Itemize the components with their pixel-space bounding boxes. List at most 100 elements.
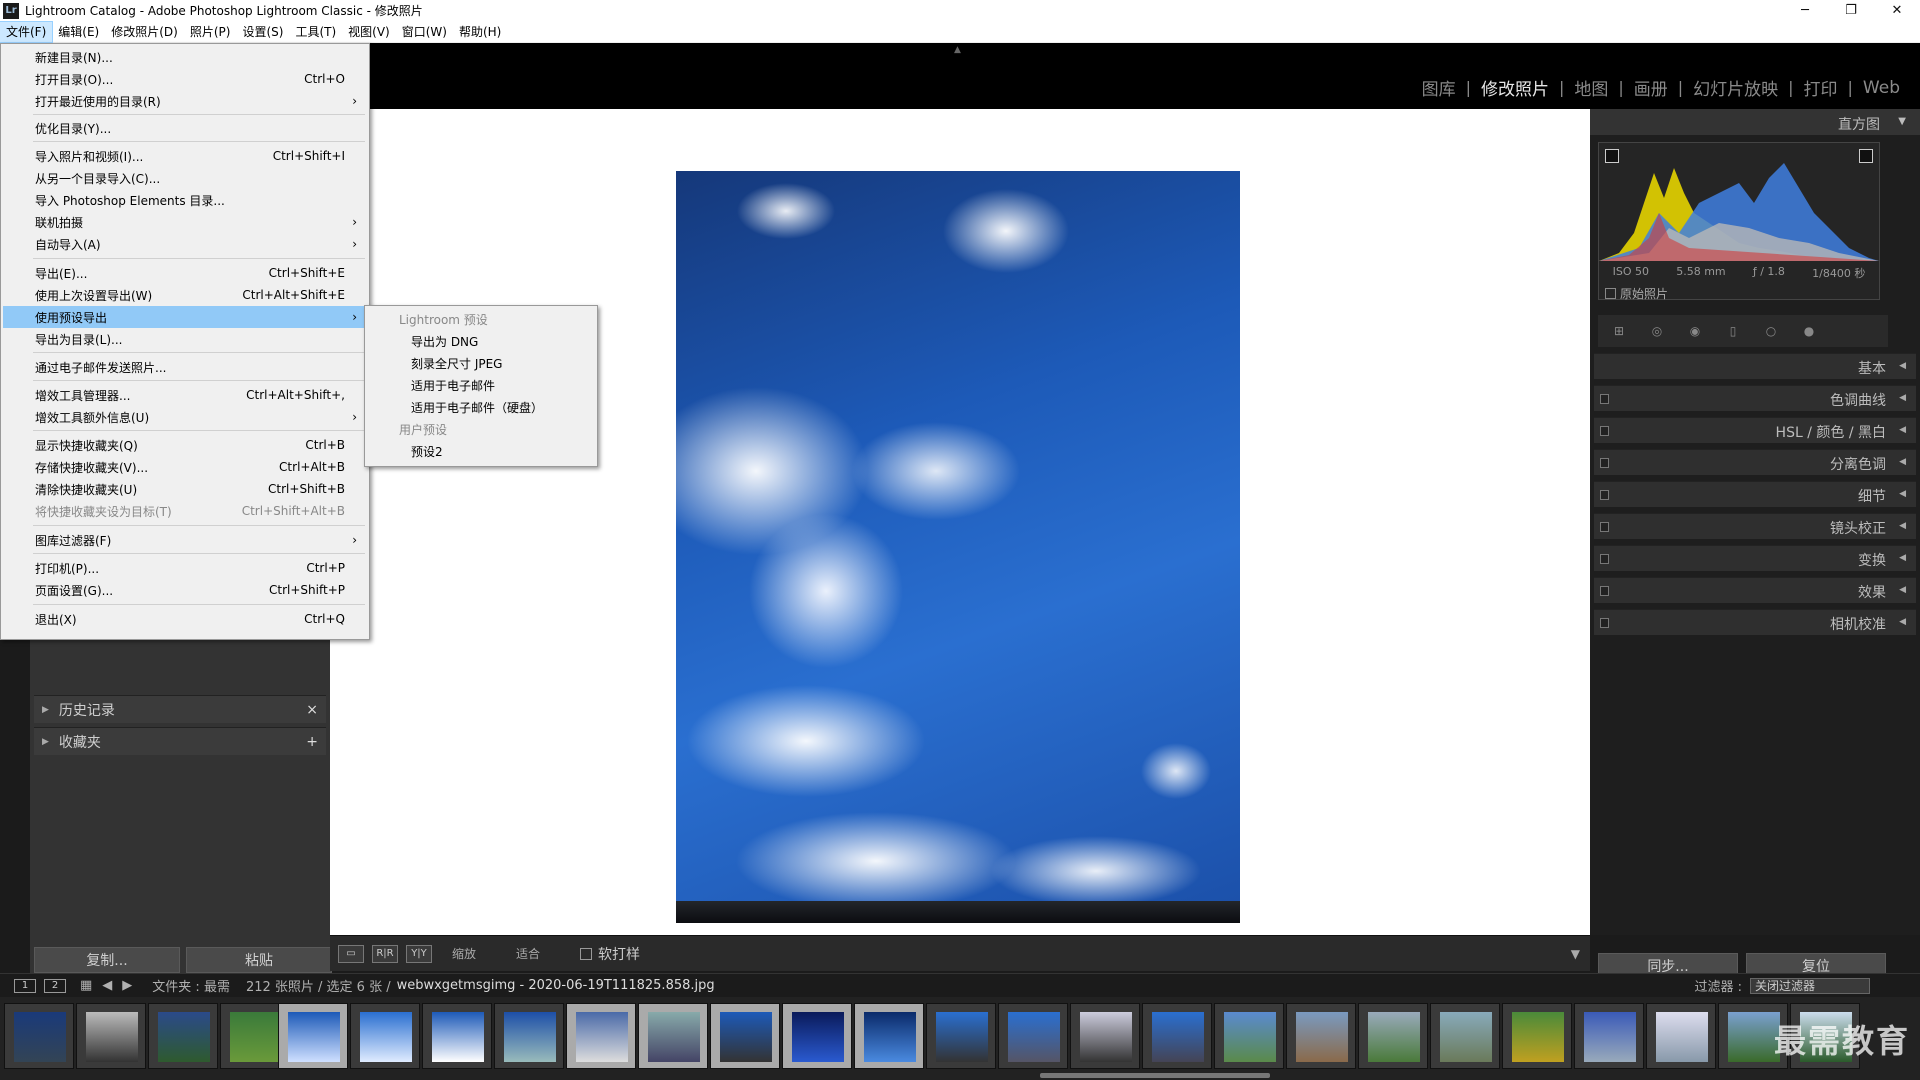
module-print[interactable]: 打印: [1794, 75, 1848, 100]
menu-item-export-as-catalog[interactable]: 导出为目录(L)...: [3, 328, 367, 350]
thumbnail-selected[interactable]: [854, 1003, 924, 1069]
zoom-control[interactable]: 缩放 适合: [452, 945, 540, 962]
thumbnail-selected[interactable]: [566, 1003, 636, 1069]
thumbnail[interactable]: [1430, 1003, 1500, 1069]
panel-basic[interactable]: 基本 ◀: [1594, 353, 1916, 379]
thumbnail[interactable]: [1286, 1003, 1356, 1069]
original-photo-checkbox[interactable]: [1605, 288, 1616, 299]
module-web[interactable]: Web: [1853, 78, 1910, 98]
back-arrow-icon[interactable]: ◀: [102, 978, 112, 993]
close-button[interactable]: ✕: [1874, 0, 1920, 21]
submenu-item-burn-jpeg[interactable]: 刻录全尺寸 JPEG: [367, 352, 595, 374]
panel-transform[interactable]: 变换 ◀: [1594, 545, 1916, 571]
thumbnail[interactable]: [1502, 1003, 1572, 1069]
panel-detail[interactable]: 细节 ◀: [1594, 481, 1916, 507]
panel-switch-icon[interactable]: [1600, 618, 1609, 628]
loupe-view-button[interactable]: ▭: [338, 944, 364, 963]
softproof-checkbox[interactable]: [580, 947, 593, 960]
menu-item-open-catalog[interactable]: 打开目录(O)... Ctrl+O: [3, 68, 367, 90]
paste-settings-button[interactable]: 粘贴: [186, 947, 332, 973]
add-collection-icon[interactable]: +: [306, 734, 318, 750]
menu-item-exit[interactable]: 退出(X) Ctrl+Q: [3, 608, 367, 630]
menu-item-optimize-catalog[interactable]: 优化目录(Y)...: [3, 117, 367, 139]
current-filename[interactable]: webwxgetmsgimg - 2020-06-19T111825.858.j…: [397, 978, 715, 993]
thumbnail[interactable]: [350, 1003, 420, 1069]
thumbnail[interactable]: [1070, 1003, 1140, 1069]
collections-panel-header[interactable]: ▶ 收藏夹 +: [34, 727, 326, 755]
panel-lens-corrections[interactable]: 镜头校正 ◀: [1594, 513, 1916, 539]
thumbnail-selected[interactable]: [710, 1003, 780, 1069]
crop-tool-icon[interactable]: ⊞: [1608, 320, 1630, 342]
thumbnail-selected[interactable]: [638, 1003, 708, 1069]
menu-window[interactable]: 窗口(W): [396, 22, 453, 42]
menu-item-show-quick-collection[interactable]: 显示快捷收藏夹(Q) Ctrl+B: [3, 434, 367, 456]
menu-item-import-from-catalog[interactable]: 从另一个目录导入(C)...: [3, 167, 367, 189]
module-map[interactable]: 地图: [1564, 75, 1618, 100]
menu-item-email-photos[interactable]: 通过电子邮件发送照片...: [3, 356, 367, 378]
thumbnail-selected[interactable]: [782, 1003, 852, 1069]
forward-arrow-icon[interactable]: ▶: [122, 978, 132, 993]
filmstrip-scrollbar[interactable]: [1040, 1073, 1270, 1078]
history-panel-header[interactable]: ▶ 历史记录 ×: [34, 695, 326, 723]
thumbnail[interactable]: [1142, 1003, 1212, 1069]
panel-camera-calibration[interactable]: 相机校准 ◀: [1594, 609, 1916, 635]
menu-file[interactable]: 文件(F): [0, 20, 54, 43]
secondary-window-button[interactable]: 2: [44, 978, 66, 993]
menu-edit[interactable]: 编辑(E): [52, 22, 105, 42]
menu-settings[interactable]: 设置(S): [236, 22, 289, 42]
module-book[interactable]: 画册: [1624, 75, 1678, 100]
spot-removal-icon[interactable]: ◎: [1646, 320, 1668, 342]
menu-item-clear-quick-collection[interactable]: 清除快捷收藏夹(U) Ctrl+Shift+B: [3, 478, 367, 500]
thumbnail[interactable]: [1358, 1003, 1428, 1069]
grid-icon[interactable]: ▦: [80, 978, 92, 993]
original-photo-toggle[interactable]: 原始照片: [1605, 285, 1668, 302]
module-slideshow[interactable]: 幻灯片放映: [1683, 75, 1788, 100]
submenu-item-for-email[interactable]: 适用于电子邮件: [367, 374, 595, 396]
menu-item-open-recent[interactable]: 打开最近使用的目录(R) ›: [3, 90, 367, 112]
menu-item-import-elements[interactable]: 导入 Photoshop Elements 目录...: [3, 189, 367, 211]
menu-item-export-with-preset[interactable]: 使用预设导出 ›: [3, 306, 367, 328]
thumbnail[interactable]: [1574, 1003, 1644, 1069]
copy-settings-button[interactable]: 复制...: [34, 947, 180, 973]
panel-switch-icon[interactable]: [1600, 426, 1609, 436]
toolbar-menu-icon[interactable]: ▼: [1571, 947, 1580, 961]
panel-effects[interactable]: 效果 ◀: [1594, 577, 1916, 603]
panel-split-toning[interactable]: 分离色调 ◀: [1594, 449, 1916, 475]
menu-item-new-catalog[interactable]: 新建目录(N)...: [3, 46, 367, 68]
thumbnail[interactable]: [998, 1003, 1068, 1069]
panel-switch-icon[interactable]: [1600, 490, 1609, 500]
thumbnail[interactable]: [1646, 1003, 1716, 1069]
menu-develop[interactable]: 修改照片(D): [105, 22, 184, 42]
panel-switch-icon[interactable]: [1600, 458, 1609, 468]
menu-item-import[interactable]: 导入照片和视频(I)... Ctrl+Shift+I: [3, 145, 367, 167]
minimize-button[interactable]: ─: [1782, 0, 1828, 21]
adjustment-brush-icon[interactable]: ●: [1798, 320, 1820, 342]
maximize-button[interactable]: ❐: [1828, 0, 1874, 21]
clear-history-icon[interactable]: ×: [306, 702, 318, 718]
panel-hsl[interactable]: HSL / 颜色 / 黑白 ◀: [1594, 417, 1916, 443]
graduated-filter-icon[interactable]: ▯: [1722, 320, 1744, 342]
menu-item-save-quick-collection[interactable]: 存储快捷收藏夹(V)... Ctrl+Alt+B: [3, 456, 367, 478]
module-develop[interactable]: 修改照片: [1471, 75, 1559, 100]
collapse-triangle-icon[interactable]: ▼: [1898, 116, 1906, 127]
menu-photo[interactable]: 照片(P): [184, 22, 237, 42]
panel-switch-icon[interactable]: [1600, 522, 1609, 532]
menu-item-page-setup[interactable]: 页面设置(G)... Ctrl+Shift+P: [3, 579, 367, 601]
submenu-item-export-dng[interactable]: 导出为 DNG: [367, 330, 595, 352]
filter-select[interactable]: 关闭过滤器: [1750, 977, 1870, 994]
before-after-lr-button[interactable]: R|R: [372, 944, 398, 963]
thumbnail[interactable]: [422, 1003, 492, 1069]
menu-item-export[interactable]: 导出(E)... Ctrl+Shift+E: [3, 262, 367, 284]
menu-item-export-previous[interactable]: 使用上次设置导出(W) Ctrl+Alt+Shift+E: [3, 284, 367, 306]
menu-view[interactable]: 视图(V): [342, 22, 396, 42]
histogram-header[interactable]: 直方图 ▼: [1590, 109, 1920, 135]
panel-tone-curve[interactable]: 色调曲线 ◀: [1594, 385, 1916, 411]
submenu-item-for-email-disk[interactable]: 适用于电子邮件（硬盘）: [367, 396, 595, 418]
submenu-item-preset2[interactable]: 预设2: [367, 440, 595, 462]
menu-item-plugin-manager[interactable]: 增效工具管理器... Ctrl+Alt+Shift+,: [3, 384, 367, 406]
thumbnail[interactable]: [76, 1003, 146, 1069]
menu-help[interactable]: 帮助(H): [453, 22, 507, 42]
menu-tools[interactable]: 工具(T): [289, 22, 342, 42]
panel-switch-icon[interactable]: [1600, 394, 1609, 404]
softproof-toggle[interactable]: 软打样: [580, 944, 640, 964]
